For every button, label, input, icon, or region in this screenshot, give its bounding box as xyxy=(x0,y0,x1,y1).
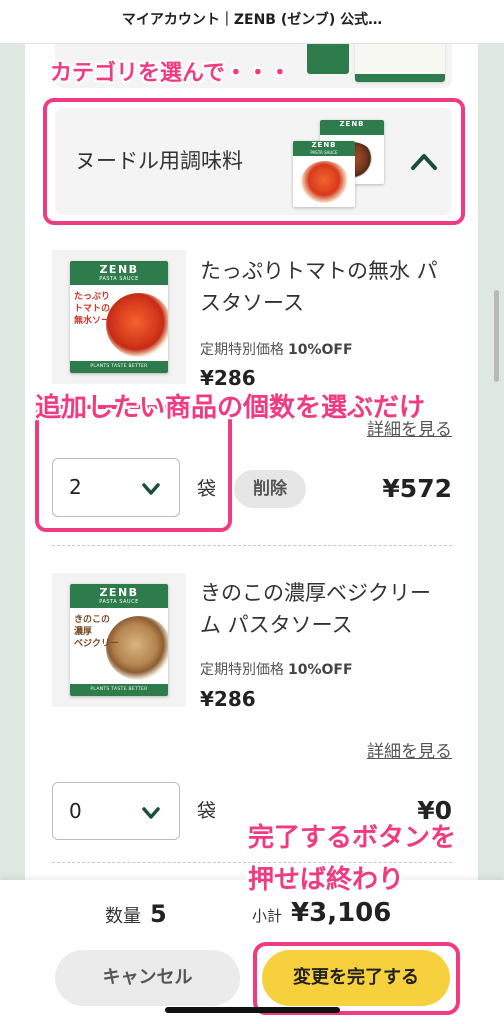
package-illustration: ZENB PASTA SAUCE きのこの 濃厚 ベジクリー PLANTS TA… xyxy=(70,584,168,696)
package-copy-line: 無水ソース xyxy=(74,316,119,326)
discount-badge: 10%OFF xyxy=(288,662,353,678)
chevron-up-icon[interactable] xyxy=(409,150,439,172)
package-copy-line: トマトの xyxy=(74,304,111,314)
package-copy-line: 濃厚 xyxy=(74,627,93,637)
chevron-down-icon xyxy=(142,807,160,819)
line-total: ¥572 xyxy=(382,474,452,503)
cancel-button[interactable]: キャンセル xyxy=(55,950,240,1006)
discount-badge: 10%OFF xyxy=(288,342,353,358)
annotation-quantity-hint: 追加したい商品の個数を選ぶだけ xyxy=(35,393,426,423)
package-copy: たっぷり トマトの 無水ソース xyxy=(74,291,119,327)
quantity-select[interactable]: 2 xyxy=(52,458,180,517)
unit-price: ¥286 xyxy=(200,366,256,390)
category-accordion-header[interactable]: ヌードル用調味料 ZENB ZENB PASTA SAUCE xyxy=(55,108,452,215)
package-body: たっぷり トマトの 無水ソース xyxy=(70,285,168,361)
thumbnail-brand: ZENB xyxy=(311,141,337,149)
quantity-summary-label: 数量 xyxy=(105,906,141,927)
thumbnail-brand: ZENB xyxy=(339,120,365,128)
annotation-complete-hint-line1: 完了するボタンを xyxy=(248,823,457,853)
price-label: 定期特別価格 xyxy=(200,342,284,358)
product-image: ZENB PASTA SAUCE きのこの 濃厚 ベジクリー PLANTS TA… xyxy=(52,573,186,707)
unit-price: ¥286 xyxy=(200,687,256,711)
thumbnail-header: ZENB xyxy=(320,120,384,135)
package-illustration: ZENB PASTA SAUCE たっぷり トマトの 無水ソース PLANTS … xyxy=(70,261,168,373)
package-copy-line: きのこの xyxy=(74,615,111,625)
bottom-action-bar: 数量 5 小計 ¥3,106 キャンセル 変更を完了する xyxy=(0,880,504,1024)
package-copy: きのこの 濃厚 ベジクリー xyxy=(74,614,119,650)
package-brand: ZENB xyxy=(99,586,139,599)
subtotal-value: ¥3,106 xyxy=(291,898,392,928)
category-label: ヌードル用調味料 xyxy=(75,149,243,173)
quantity-value: 2 xyxy=(69,475,82,499)
quantity-summary: 数量 5 xyxy=(105,900,167,928)
annotation-complete-hint-line2: 押せば終わり xyxy=(248,865,405,895)
scrollbar[interactable] xyxy=(494,290,499,382)
package-header: ZENB PASTA SAUCE xyxy=(70,584,168,608)
package-line: PASTA SAUCE xyxy=(99,599,139,605)
product-name: たっぷりトマトの無水 パスタソース xyxy=(200,259,438,315)
chevron-down-icon xyxy=(142,483,160,495)
package-tagline: PLANTS TASTE BETTER xyxy=(70,684,168,696)
subtotal-summary: 小計 ¥3,106 xyxy=(252,898,391,928)
price-note: 定期特別価格 10%OFF xyxy=(200,341,353,359)
product-thumbnail xyxy=(307,44,349,74)
confirm-changes-button[interactable]: 変更を完了する xyxy=(262,950,450,1006)
line-total: ¥0 xyxy=(417,796,452,825)
pasta-plate-illustration xyxy=(301,161,349,203)
package-tagline: PLANTS TASTE BETTER xyxy=(70,361,168,373)
package-header: ZENB PASTA SAUCE xyxy=(70,261,168,285)
package-copy-line: たっぷり xyxy=(74,292,111,302)
thumbnail-header: ZENB PASTA SAUCE xyxy=(293,141,355,156)
detail-link[interactable]: 詳細を見る xyxy=(367,420,452,440)
annotation-category-hint: カテゴリを選んで・・・ xyxy=(50,61,291,86)
unit-label: 袋 xyxy=(197,800,217,822)
quantity-select[interactable]: 0 xyxy=(52,782,180,840)
page-title: マイアカウント｜ZENB (ゼンブ) 公式… xyxy=(121,12,383,28)
product-thumbnail xyxy=(355,44,445,82)
detail-link[interactable]: 詳細を見る xyxy=(367,742,452,762)
item-divider xyxy=(52,862,452,863)
unit-label: 袋 xyxy=(197,478,217,500)
package-body: きのこの 濃厚 ベジクリー xyxy=(70,608,168,684)
price-label: 定期特別価格 xyxy=(200,662,284,678)
remove-button[interactable]: 削除 xyxy=(234,470,306,508)
package-copy-line: ベジクリー xyxy=(74,639,120,649)
page-header: マイアカウント｜ZENB (ゼンブ) 公式… xyxy=(0,0,504,44)
package-line: PASTA SAUCE xyxy=(99,276,139,282)
quantity-value: 0 xyxy=(69,799,82,823)
thumbnail-line: PASTA SAUCE xyxy=(310,150,338,155)
item-divider xyxy=(52,545,452,546)
category-thumbnail: ZENB PASTA SAUCE xyxy=(293,141,355,207)
product-name: きのこの濃厚ベジクリーム パスタソース xyxy=(200,581,431,637)
product-image: ZENB PASTA SAUCE たっぷり トマトの 無水ソース PLANTS … xyxy=(52,250,186,384)
subtotal-label: 小計 xyxy=(252,907,283,925)
price-note: 定期特別価格 10%OFF xyxy=(200,661,353,679)
package-brand: ZENB xyxy=(99,263,139,276)
home-indicator xyxy=(165,1007,340,1013)
quantity-summary-value: 5 xyxy=(150,900,167,928)
